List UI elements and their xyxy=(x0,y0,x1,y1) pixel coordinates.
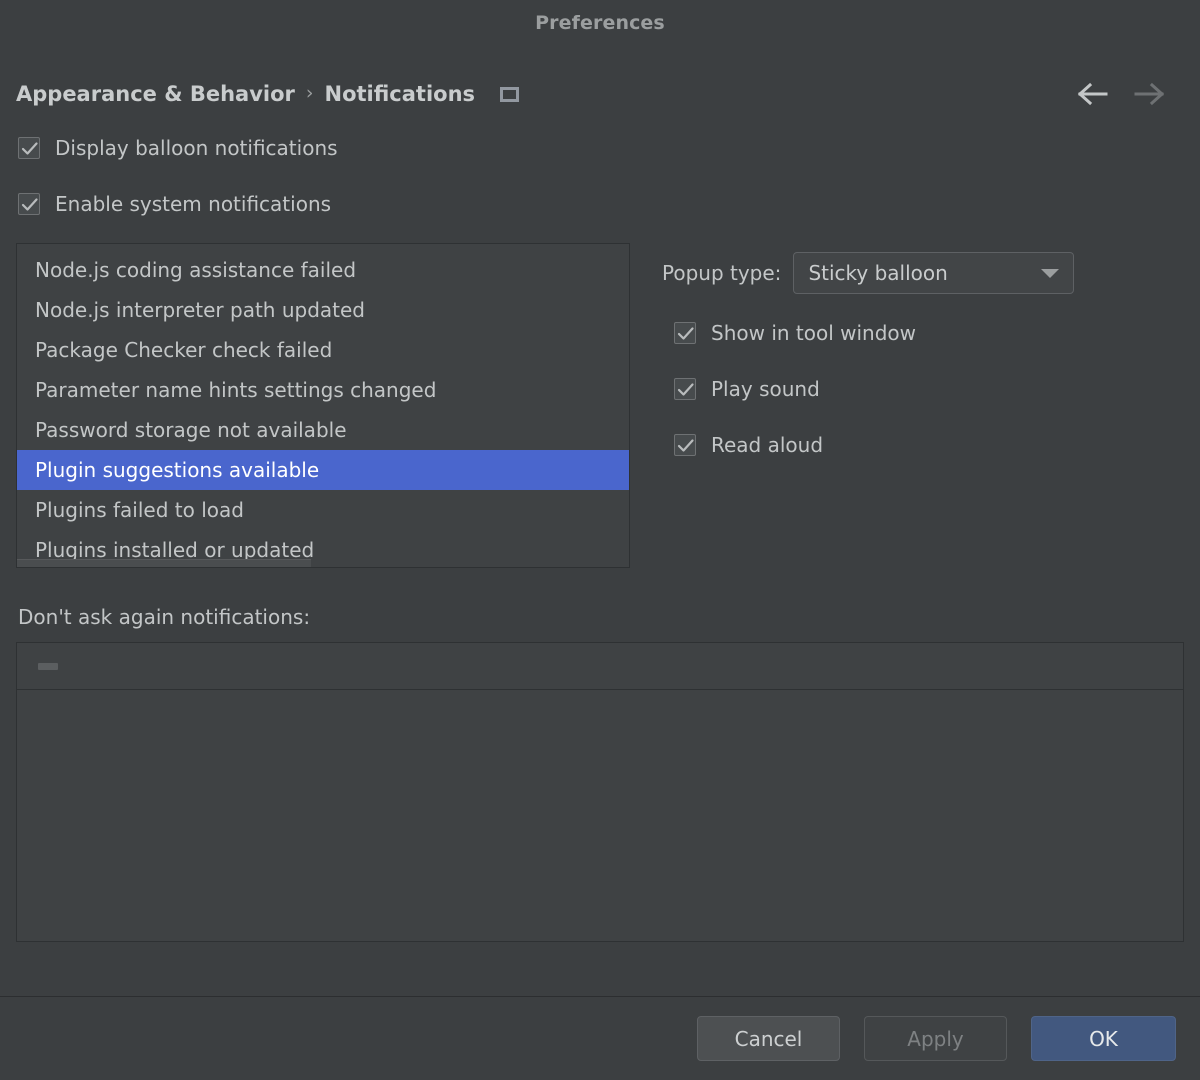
dont-ask-again-toolbar xyxy=(17,643,1183,690)
checkbox-play-sound[interactable] xyxy=(674,378,696,400)
minus-icon[interactable] xyxy=(38,663,58,670)
arrow-left-icon[interactable] xyxy=(1076,81,1110,107)
window-balloon-icon xyxy=(500,87,519,102)
dont-ask-again-table-body[interactable] xyxy=(17,690,1183,941)
checkbox-label: Display balloon notifications xyxy=(55,136,338,160)
breadcrumb-separator: › xyxy=(306,82,314,106)
popup-type-label: Popup type: xyxy=(662,261,781,285)
list-item[interactable]: Node.js interpreter path updated xyxy=(17,290,629,330)
popup-type-value: Sticky balloon xyxy=(808,261,947,285)
checkbox-row-enable-system-notifications[interactable]: Enable system notifications xyxy=(18,187,1184,221)
popup-type-row: Popup type: Sticky balloon xyxy=(662,251,1184,295)
notification-details-panel: Popup type: Sticky balloon Show in tool … xyxy=(662,243,1184,461)
checkbox-enable-system-notifications[interactable] xyxy=(18,193,40,215)
list-item-selected[interactable]: Plugin suggestions available xyxy=(17,450,629,490)
preferences-dialog: Preferences Appearance & Behavior › Noti… xyxy=(0,0,1200,1080)
breadcrumb-current: Notifications xyxy=(325,82,476,106)
breadcrumb: Appearance & Behavior › Notifications xyxy=(16,66,1184,122)
checkbox-show-in-tool-window[interactable] xyxy=(674,322,696,344)
breadcrumb-navigation xyxy=(1076,81,1184,107)
dialog-titlebar: Preferences xyxy=(0,0,1200,46)
chevron-down-icon xyxy=(1041,269,1059,278)
dialog-title: Preferences xyxy=(535,12,665,34)
horizontal-scrollbar-thumb[interactable] xyxy=(17,559,311,567)
dont-ask-again-table xyxy=(16,642,1184,942)
horizontal-scrollbar[interactable] xyxy=(17,559,629,567)
dialog-content: Appearance & Behavior › Notifications xyxy=(0,46,1200,996)
dont-ask-again-label: Don't ask again notifications: xyxy=(18,605,1184,629)
checkbox-display-balloon-notifications[interactable] xyxy=(18,137,40,159)
cancel-button[interactable]: Cancel xyxy=(697,1016,840,1061)
checkbox-label: Play sound xyxy=(711,377,820,401)
breadcrumb-root[interactable]: Appearance & Behavior xyxy=(16,82,295,106)
checkbox-label: Enable system notifications xyxy=(55,192,331,216)
notifications-split: Node.js coding assistance failed Node.js… xyxy=(16,243,1184,568)
ok-button[interactable]: OK xyxy=(1031,1016,1176,1061)
checkbox-read-aloud[interactable] xyxy=(674,434,696,456)
list-item[interactable]: Package Checker check failed xyxy=(17,330,629,370)
popup-type-dropdown[interactable]: Sticky balloon xyxy=(793,252,1074,294)
checkbox-row-show-in-tool-window[interactable]: Show in tool window xyxy=(674,317,1184,349)
checkbox-label: Read aloud xyxy=(711,433,823,457)
arrow-right-icon[interactable] xyxy=(1132,81,1166,107)
checkbox-row-play-sound[interactable]: Play sound xyxy=(674,373,1184,405)
checkbox-label: Show in tool window xyxy=(711,321,916,345)
notifications-list[interactable]: Node.js coding assistance failed Node.js… xyxy=(16,243,630,568)
list-item[interactable]: Plugins failed to load xyxy=(17,490,629,530)
list-item[interactable]: Password storage not available xyxy=(17,410,629,450)
apply-button[interactable]: Apply xyxy=(864,1016,1007,1061)
dialog-footer: Cancel Apply OK xyxy=(0,996,1200,1080)
checkbox-row-read-aloud[interactable]: Read aloud xyxy=(674,429,1184,461)
list-item[interactable]: Node.js coding assistance failed xyxy=(17,250,629,290)
checkbox-row-display-balloon-notifications[interactable]: Display balloon notifications xyxy=(18,131,1184,165)
list-item[interactable]: Parameter name hints settings changed xyxy=(17,370,629,410)
